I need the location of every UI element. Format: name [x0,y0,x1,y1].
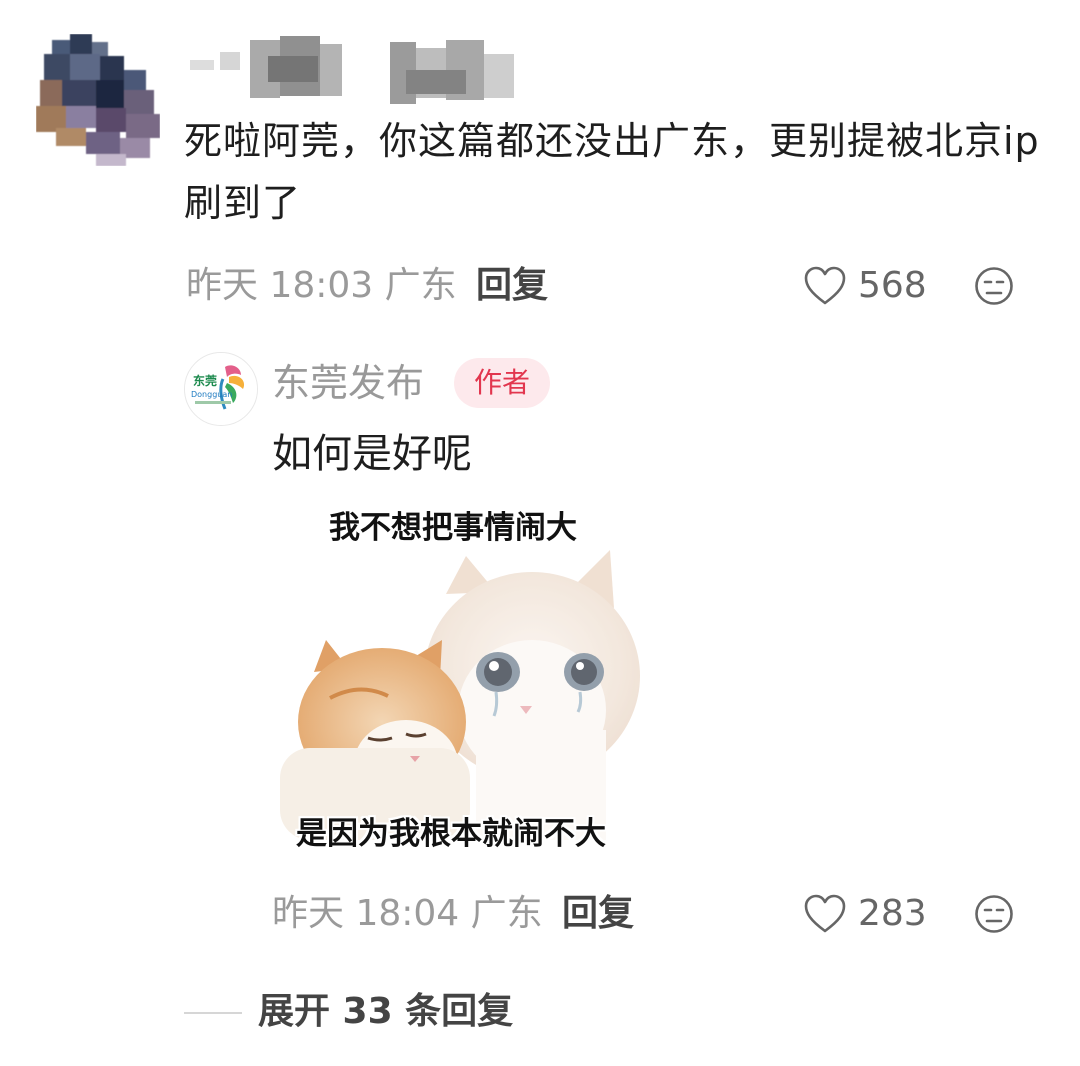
reply-location: 广东 [470,893,543,934]
reply-meta: 昨天 18:04 广东 [272,894,543,934]
expand-divider [184,1012,242,1014]
reply-like-button[interactable]: 283 [804,894,927,934]
reply-to-reply-button[interactable]: 回复 [562,894,634,934]
author-avatar-subtext: Dongguan [191,390,232,399]
comment-meta: 昨天 18:03 广东 [186,266,457,306]
reply-text: 如何是好呢 [272,431,472,477]
commenter-name-blurred[interactable] [180,30,540,110]
reply-dislike-emoji-icon[interactable] [974,894,1014,934]
heart-icon [804,266,846,306]
comment-time: 昨天 18:03 [186,265,374,306]
comment-location: 广东 [384,265,457,306]
author-badge: 作者 [454,358,550,408]
comment-text: 死啦阿莞，你这篇都还没出广东，更别提被北京ip刷到了 [184,119,1040,225]
reply-like-count: 283 [858,893,927,934]
reply-time: 昨天 18:04 [272,893,460,934]
expand-replies-button[interactable]: 展开 33 条回复 [258,990,513,1034]
author-avatar[interactable]: 东莞 Dongguan [184,352,258,426]
author-avatar-text: 东莞 [193,373,217,388]
reply-button[interactable]: 回复 [476,266,548,306]
meme-bottom-caption: 是因为我根本就闹不大 [296,816,606,852]
like-button[interactable]: 568 [804,266,927,306]
commenter-avatar-blurred[interactable] [36,30,172,170]
dislike-emoji-icon[interactable] [974,266,1014,306]
author-name[interactable]: 东莞发布 [272,360,424,406]
like-count: 568 [858,265,927,306]
meme-top-caption: 我不想把事情闹大 [329,510,577,546]
heart-icon [804,894,846,934]
